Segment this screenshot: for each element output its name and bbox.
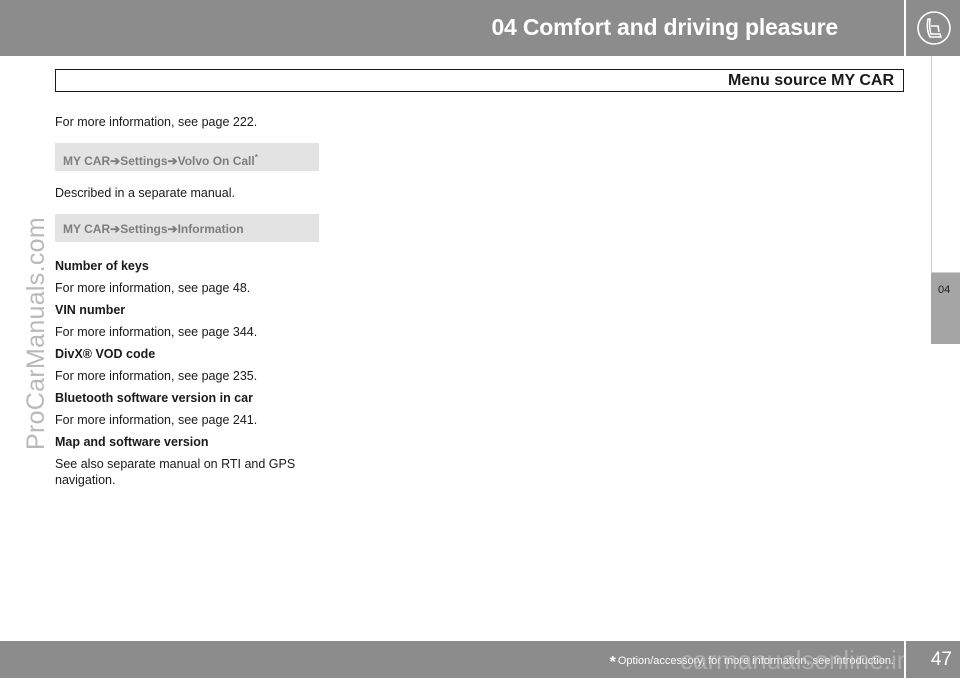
path-segment: Settings bbox=[120, 222, 168, 236]
arrow-right-icon: ➔ bbox=[167, 154, 178, 168]
info-item: Number of keys For more information, see… bbox=[55, 258, 325, 296]
path-segment: Settings bbox=[120, 154, 168, 168]
option-asterisk: * bbox=[254, 153, 258, 162]
main-content: For more information, see page 222. MY C… bbox=[55, 114, 325, 494]
chapter-title: 04 Comfort and driving pleasure bbox=[491, 14, 838, 40]
side-tab-divider bbox=[931, 56, 932, 272]
info-item: VIN number For more information, see pag… bbox=[55, 302, 325, 340]
section-header: Menu source MY CAR bbox=[55, 69, 904, 92]
section-title: Menu source MY CAR bbox=[728, 72, 894, 89]
item-heading: Bluetooth software version in car bbox=[55, 391, 253, 405]
footer-asterisk: * bbox=[609, 654, 616, 671]
info-item: Map and software version See also separa… bbox=[55, 434, 325, 488]
arrow-right-icon: ➔ bbox=[110, 222, 121, 236]
intro-text: For more information, see page 222. bbox=[55, 115, 258, 129]
item-heading: Number of keys bbox=[55, 259, 149, 273]
chapter-tab: 04 bbox=[931, 272, 960, 344]
arrow-right-icon: ➔ bbox=[110, 154, 121, 168]
chapter-icon-box bbox=[904, 0, 960, 56]
page-header: 04 Comfort and driving pleasure bbox=[0, 0, 904, 56]
separate-manual-text: Described in a separate manual. bbox=[55, 186, 235, 200]
footer-watermark: carmanualsonline.info bbox=[680, 645, 933, 675]
item-text: For more information, see page 48. bbox=[55, 281, 251, 295]
info-item: DivX® VOD code For more information, see… bbox=[55, 346, 325, 384]
path-segment: MY CAR bbox=[63, 222, 111, 236]
item-text: For more information, see page 241. bbox=[55, 413, 258, 427]
info-item: Bluetooth software version in car For mo… bbox=[55, 390, 325, 428]
page-number-box: 47 bbox=[904, 641, 960, 678]
menu-path-information: MY CAR➔Settings➔Information bbox=[55, 214, 319, 242]
item-text: For more information, see page 235. bbox=[55, 369, 258, 383]
item-heading: Map and software version bbox=[55, 435, 209, 449]
arrow-right-icon: ➔ bbox=[167, 222, 178, 236]
path-segment: Information bbox=[177, 222, 244, 236]
menu-path-volvo-on-call: MY CAR➔Settings➔Volvo On Call* bbox=[55, 143, 319, 171]
chapter-tab-label: 04 bbox=[938, 284, 951, 296]
path-segment: MY CAR bbox=[63, 154, 111, 168]
item-text: For more information, see page 344. bbox=[55, 325, 258, 339]
side-watermark: ProCarManuals.com bbox=[22, 217, 50, 450]
item-heading: DivX® VOD code bbox=[55, 347, 156, 361]
seat-icon bbox=[917, 11, 951, 45]
item-text: See also separate manual on RTI and GPS … bbox=[55, 457, 296, 487]
item-heading: VIN number bbox=[55, 303, 126, 317]
page-number: 47 bbox=[930, 649, 952, 670]
path-segment: Volvo On Call bbox=[177, 154, 255, 168]
